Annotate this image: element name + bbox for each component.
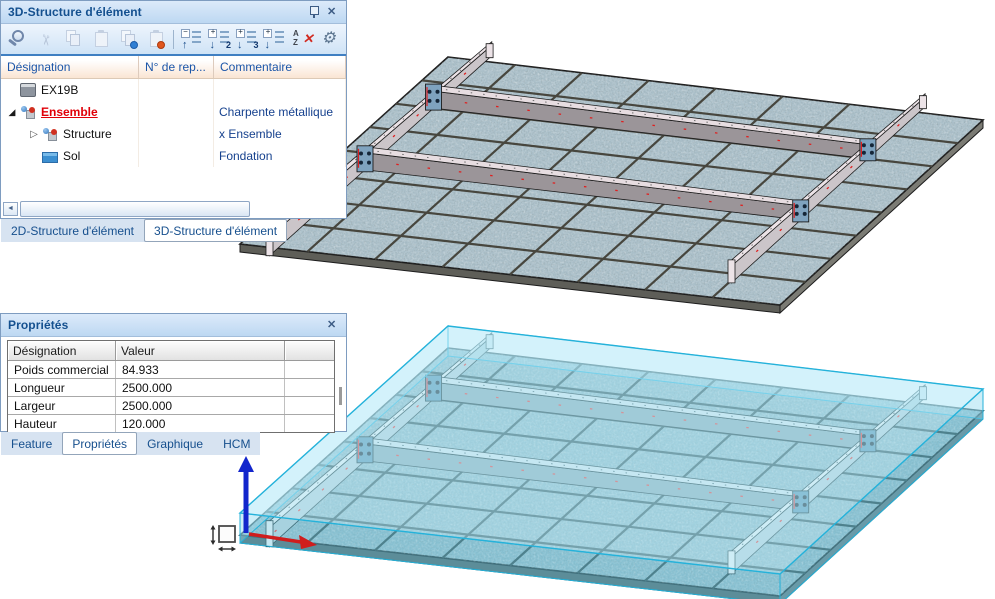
pin-icon[interactable] [305,4,323,20]
tree-item-icon [20,83,36,97]
properties-tab-strip: Feature Propriétés Graphique HCM [1,432,260,455]
tree-cell-rep [139,123,214,145]
expander-icon[interactable] [4,107,20,118]
assembly-bottom-view[interactable] [240,326,983,599]
close-icon[interactable] [323,317,341,333]
tree-item-label: EX19B [41,83,78,97]
property-row[interactable]: Poids commercial 84.933 [8,361,334,379]
assembly-top-view[interactable] [240,42,983,313]
property-name: Longueur [8,379,116,396]
tree-cell-designation: EX19B [1,79,139,101]
tree-cell-designation: Ensemble [1,101,139,123]
property-row[interactable]: Longueur 2500.000 [8,379,334,397]
copy-icon[interactable] [60,27,86,51]
property-name: Largeur [8,397,116,414]
clear-sort-icon[interactable]: AZ [289,27,315,51]
structure-tab[interactable]: 3D-Structure d'élément [144,219,287,242]
copy-contents-icon[interactable] [115,27,141,51]
column-header-rep[interactable]: N° de rep... [139,56,214,78]
properties-panel-title: Propriétés [8,318,323,332]
prop-header-designation[interactable]: Désignation [8,341,116,361]
properties-rows: Poids commercial 84.933 Longueur 2500.00… [8,361,334,432]
scroll-left-arrow-icon[interactable] [3,202,18,216]
structure-tab-strip: 2D-Structure d'élément 3D-Structure d'él… [1,219,287,242]
prop-header-empty [285,341,334,361]
property-value: 2500.000 [116,379,285,396]
property-extra [285,415,334,432]
property-name: Poids commercial [8,361,116,378]
scale-widget-icon [211,525,237,552]
tree-item-icon [42,128,58,141]
property-row[interactable]: Largeur 2500.000 [8,397,334,415]
tree-cell-designation: Structure [1,123,139,145]
expand-all-icon[interactable] [261,27,287,51]
property-row[interactable]: Hauteur 120.000 [8,415,334,432]
properties-body: Désignation Valeur Poids commercial 84.9… [1,337,346,432]
prop-header-value[interactable]: Valeur [116,341,285,361]
property-value: 84.933 [116,361,285,378]
tree-item-label: Structure [63,127,112,141]
toolbar-separator [173,30,174,49]
tree-row[interactable]: Structure x Ensemble [1,123,346,145]
structure-toolbar: 2 3 AZ [1,24,346,56]
paste-icon[interactable] [88,27,114,51]
properties-tab[interactable]: Feature [1,432,62,455]
tree-cell-designation: Sol [1,145,139,167]
settings-gear-icon[interactable] [316,27,342,51]
tree-cell-rep [139,101,214,123]
collapse-all-icon[interactable] [179,27,205,51]
scrollbar-thumb[interactable] [20,201,250,217]
column-header-comment[interactable]: Commentaire [214,56,346,78]
cut-icon[interactable] [33,27,59,51]
tree-row[interactable]: Sol Fondation [1,145,346,167]
paste-contents-icon[interactable] [143,27,169,51]
structure-panel: 3D-Structure d'élément 2 3 AZ Désignatio… [0,0,347,219]
search-icon[interactable] [5,27,31,51]
tree-cell-comment [214,79,346,101]
tree-item-label: Sol [63,149,80,163]
property-extra [285,397,334,414]
horizontal-scrollbar[interactable] [3,201,250,216]
structure-tab[interactable]: 2D-Structure d'élément [1,219,144,242]
properties-table: Désignation Valeur Poids commercial 84.9… [7,340,335,433]
expand-level-2-icon[interactable]: 2 [206,27,232,51]
properties-column-headers: Désignation Valeur [8,341,334,361]
properties-tab[interactable]: HCM [213,432,260,455]
property-extra [285,379,334,396]
tree-body: EX19B Ensemble Charpente métallique [1,79,346,189]
property-value: 2500.000 [116,397,285,414]
tree-cell-rep [139,79,214,101]
property-value: 120.000 [116,415,285,432]
tree-cell-rep [139,145,214,167]
tree-row[interactable]: Ensemble Charpente métallique [1,101,346,123]
properties-tab[interactable]: Graphique [137,432,213,455]
tree-cell-comment: Fondation [214,145,346,167]
vertical-scrollbar[interactable] [338,345,343,425]
tree-item-icon [42,152,58,163]
close-icon[interactable] [323,4,341,20]
tree-cell-comment: Charpente métallique [214,101,346,123]
tree-item-label: Ensemble [41,105,98,119]
tree-item-icon [20,106,36,119]
property-name: Hauteur [8,415,116,432]
structure-panel-title: 3D-Structure d'élément [8,5,305,19]
expander-icon[interactable] [26,129,42,140]
structure-panel-titlebar: 3D-Structure d'élément [1,1,346,24]
tree-row[interactable]: EX19B [1,79,346,101]
properties-panel: Propriétés Désignation Valeur Poids comm… [0,313,347,432]
properties-panel-titlebar: Propriétés [1,314,346,337]
expand-level-3-icon[interactable]: 3 [234,27,260,51]
properties-tab[interactable]: Propriétés [62,432,137,455]
tree-column-headers: Désignation N° de rep... Commentaire [1,56,346,79]
scrollbar-thumb[interactable] [339,387,342,405]
property-extra [285,361,334,378]
tree-cell-comment: x Ensemble [214,123,346,145]
column-header-designation[interactable]: Désignation [1,56,139,78]
